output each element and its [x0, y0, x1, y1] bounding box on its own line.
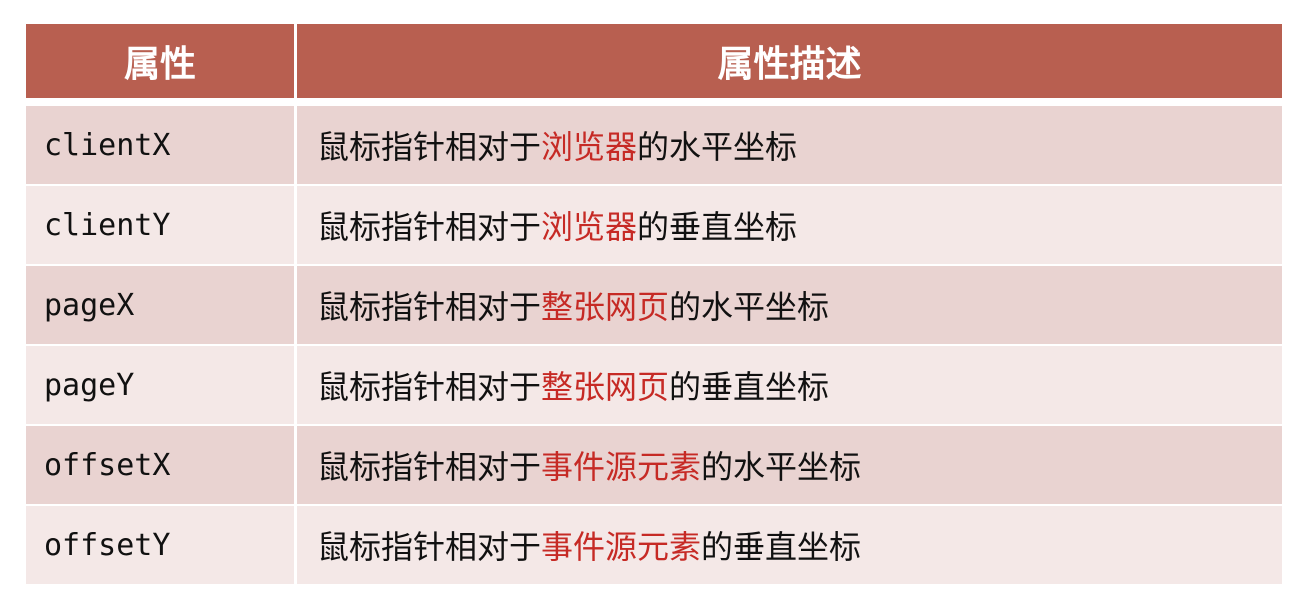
property-name: offsetY — [26, 506, 297, 586]
table-row: offsetY 鼠标指针相对于事件源元素的垂直坐标 — [26, 506, 1282, 586]
property-name: offsetX — [26, 426, 297, 506]
description-prefix: 鼠标指针相对于 — [317, 448, 542, 486]
description-target: 事件源元素 — [541, 448, 702, 486]
description-suffix: 的水平坐标 — [701, 448, 862, 486]
table-row: clientY 鼠标指针相对于浏览器的垂直坐标 — [26, 186, 1282, 266]
description-suffix: 的水平坐标 — [669, 288, 830, 326]
description-prefix: 鼠标指针相对于 — [317, 368, 542, 406]
description-target: 浏览器 — [541, 208, 638, 246]
property-name: clientY — [26, 186, 297, 266]
description-prefix: 鼠标指针相对于 — [317, 128, 542, 166]
property-description: 鼠标指针相对于整张网页的水平坐标 — [297, 266, 1282, 346]
description-target: 浏览器 — [541, 128, 638, 166]
property-description: 鼠标指针相对于浏览器的垂直坐标 — [297, 186, 1282, 266]
description-target: 整张网页 — [541, 368, 670, 406]
table-row: clientX 鼠标指针相对于浏览器的水平坐标 — [26, 106, 1282, 186]
table-row: pageX 鼠标指针相对于整张网页的水平坐标 — [26, 266, 1282, 346]
property-description: 鼠标指针相对于整张网页的垂直坐标 — [297, 346, 1282, 426]
description-target: 事件源元素 — [541, 528, 702, 566]
description-prefix: 鼠标指针相对于 — [317, 528, 542, 566]
property-name: pageX — [26, 266, 297, 346]
description-suffix: 的垂直坐标 — [637, 208, 798, 246]
description-target: 整张网页 — [541, 288, 670, 326]
table-row: offsetX 鼠标指针相对于事件源元素的水平坐标 — [26, 426, 1282, 506]
description-suffix: 的垂直坐标 — [701, 528, 862, 566]
property-name: clientX — [26, 106, 297, 186]
description-suffix: 的水平坐标 — [637, 128, 798, 166]
property-description: 鼠标指针相对于事件源元素的垂直坐标 — [297, 506, 1282, 586]
property-description: 鼠标指针相对于浏览器的水平坐标 — [297, 106, 1282, 186]
description-prefix: 鼠标指针相对于 — [317, 208, 542, 246]
description-suffix: 的垂直坐标 — [669, 368, 830, 406]
property-name: pageY — [26, 346, 297, 426]
table-header-row: 属性 属性描述 — [26, 24, 1282, 106]
property-description: 鼠标指针相对于事件源元素的水平坐标 — [297, 426, 1282, 506]
table-row: pageY 鼠标指针相对于整张网页的垂直坐标 — [26, 346, 1282, 426]
properties-table: 属性 属性描述 clientX 鼠标指针相对于浏览器的水平坐标 clientY 鼠标指… — [26, 24, 1282, 586]
header-property: 属性 — [26, 24, 297, 106]
header-description: 属性描述 — [297, 24, 1282, 106]
description-prefix: 鼠标指针相对于 — [317, 288, 542, 326]
